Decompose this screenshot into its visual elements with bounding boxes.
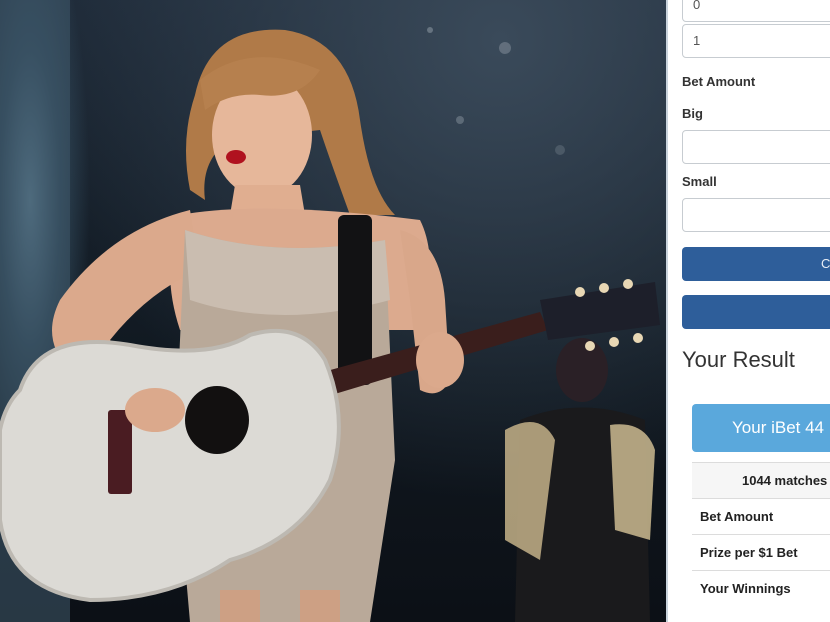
result-heading: Your Result — [682, 347, 795, 372]
calculate-button-label: C — [821, 256, 830, 271]
big-label: Big — [682, 106, 703, 121]
matches-row: 1044 matches — [692, 462, 830, 498]
bet-amount-heading: Bet Amount — [682, 74, 756, 89]
result-row-bet-amount: Bet Amount — [692, 498, 830, 534]
secondary-button[interactable] — [682, 295, 830, 329]
number-input-2[interactable]: 1 — [682, 24, 830, 58]
small-label: Small — [682, 174, 717, 189]
result-row-prize: Prize per $1 Bet — [692, 534, 830, 570]
bet-form-panel: 0 1 Bet Amount Big Small C Your Result Y… — [668, 0, 830, 622]
small-amount-input[interactable] — [682, 198, 830, 232]
concert-photo-illustration — [0, 0, 660, 622]
result-row-winnings: Your Winnings — [692, 570, 830, 606]
calculate-button[interactable]: C — [682, 247, 830, 281]
concert-photo — [0, 0, 666, 622]
number-input-1[interactable]: 0 — [682, 0, 830, 22]
ibet-button[interactable]: Your iBet 44 — [692, 404, 830, 452]
result-table: 1044 matches Bet Amount Prize per $1 Bet… — [692, 462, 830, 606]
big-amount-input[interactable] — [682, 130, 830, 164]
